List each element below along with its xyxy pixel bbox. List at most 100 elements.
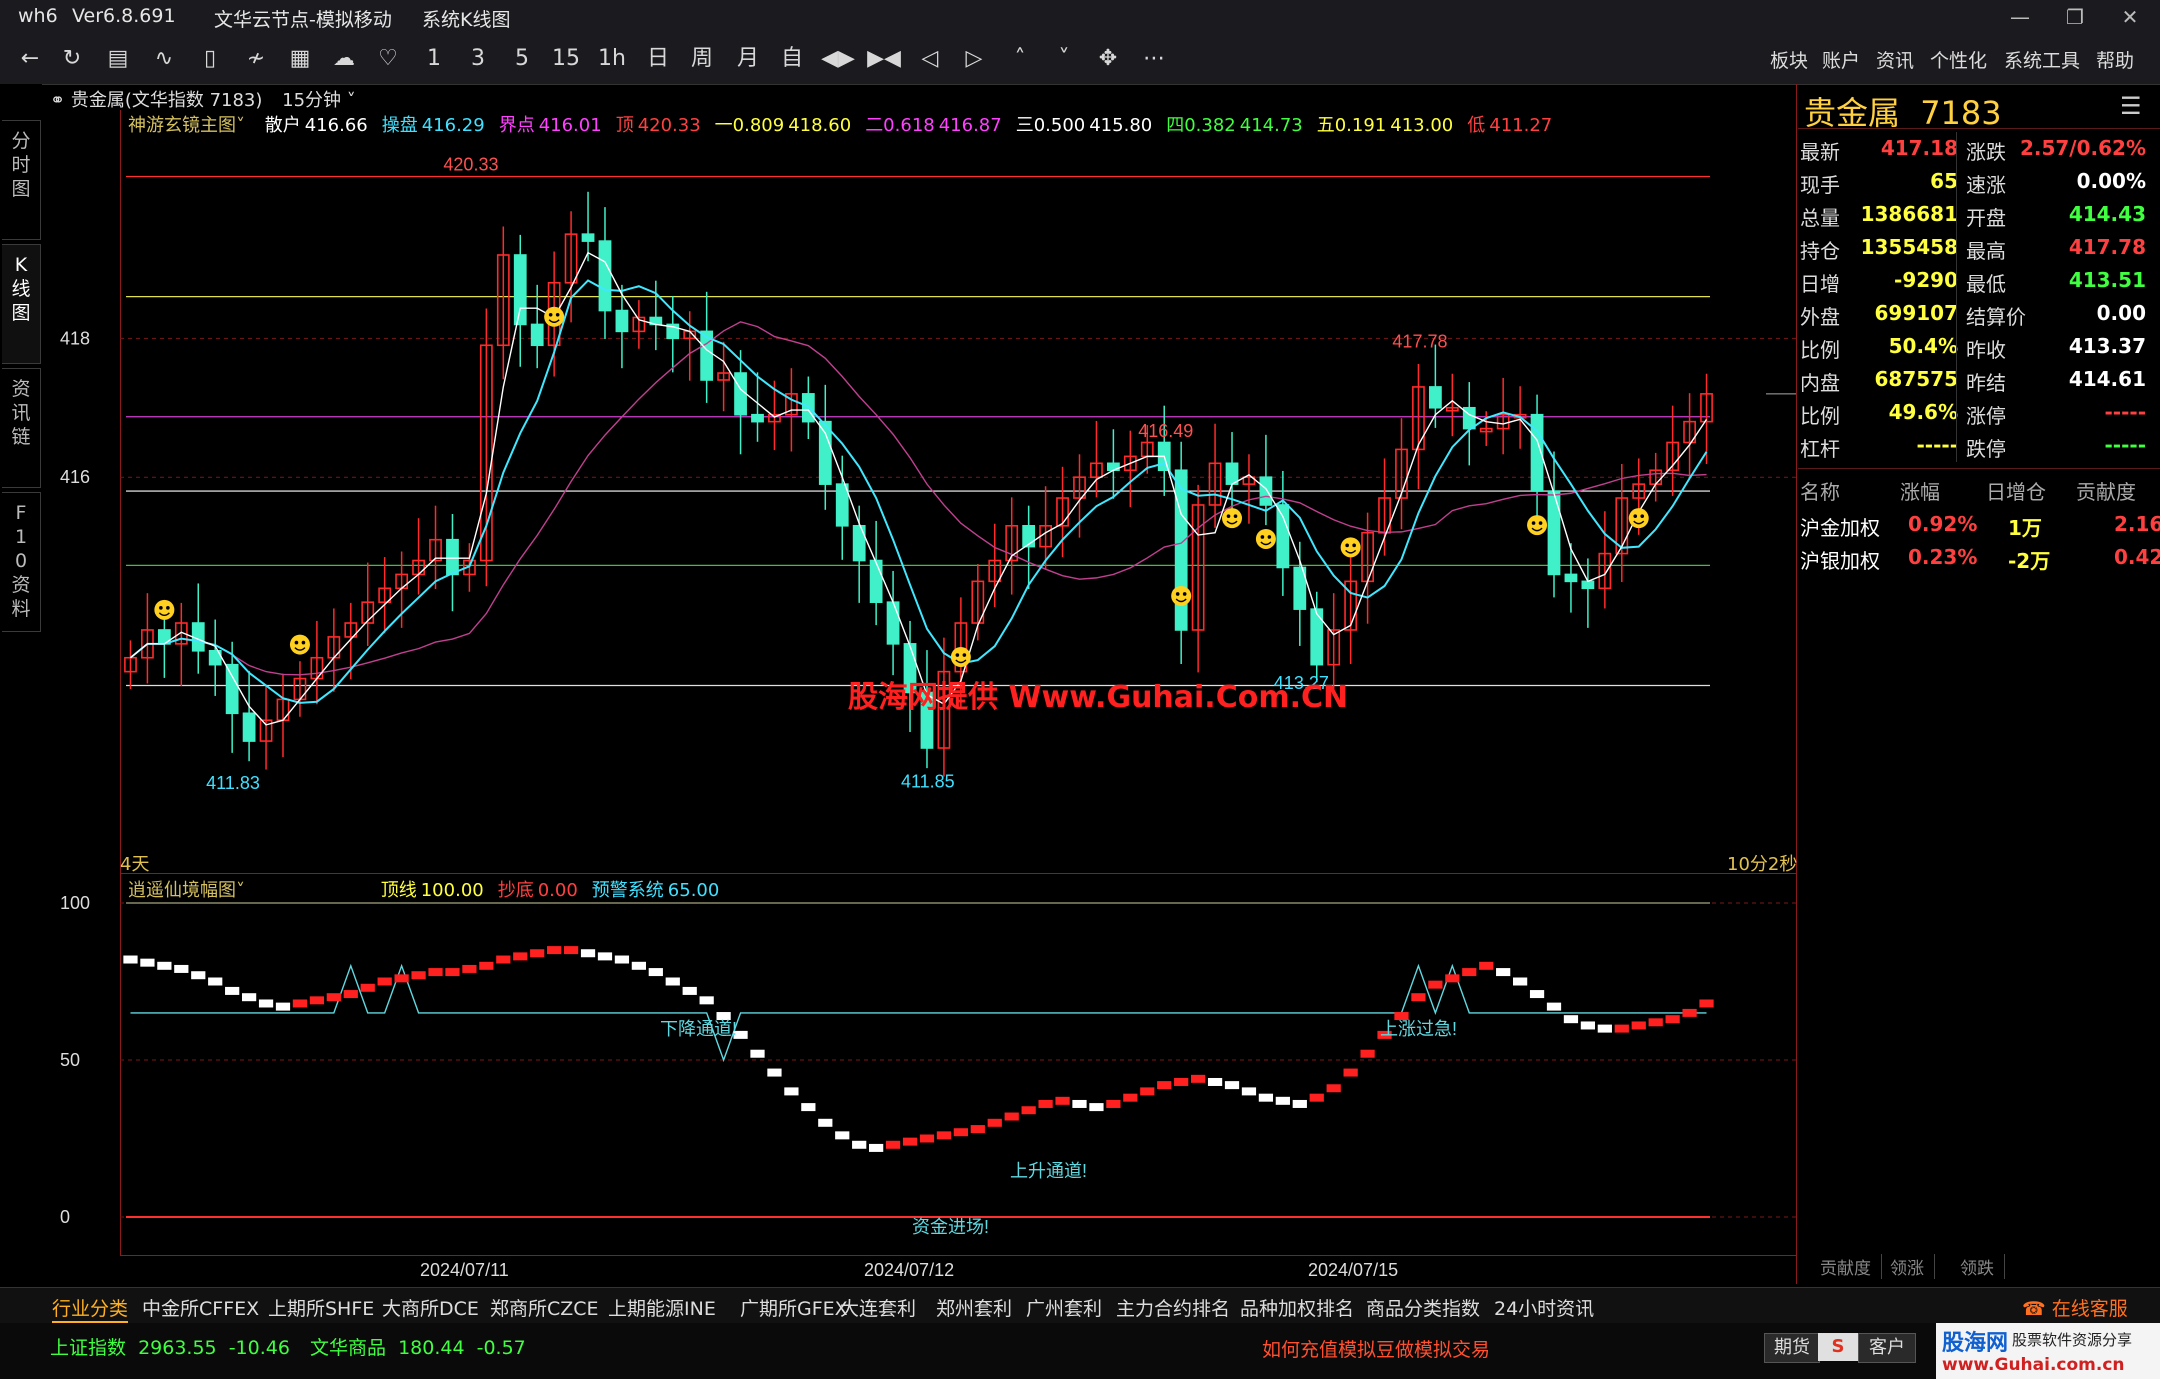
period-month[interactable]: 月 (730, 44, 766, 74)
exchange-tab[interactable]: 行业分类 (52, 1294, 129, 1323)
sub-indicator-chart[interactable]: 100 50 0 下降通道! 上升通道! 上涨过急! 资金进场! (0, 895, 1796, 1255)
candle[interactable] (734, 372, 747, 416)
main-kline-chart[interactable]: 418416420.33411.83 411.85416.49413.27417.… (0, 130, 1796, 873)
exchange-tab[interactable]: 广州套利 (1026, 1294, 1102, 1321)
candle[interactable] (225, 663, 239, 715)
exchange-tab[interactable]: 郑州套利 (936, 1294, 1012, 1321)
quote-tab[interactable]: 领涨 (1890, 1254, 1935, 1279)
exchange-tab[interactable]: 商品分类指数 (1366, 1294, 1480, 1321)
period-dropdown[interactable]: 15分钟 (282, 90, 341, 111)
exchange-tab[interactable]: 广期所GFEX (740, 1294, 848, 1321)
quote-tab[interactable]: 贡献度 (1820, 1254, 1882, 1279)
period-3[interactable]: 3 (460, 44, 496, 74)
exchange-tab[interactable]: 中金所CFFEX (142, 1294, 259, 1321)
quote-value: -9290 (1894, 268, 1958, 292)
period-1[interactable]: 1 (416, 44, 452, 74)
menu-sector[interactable]: 板块 (1770, 46, 1808, 73)
menu-news[interactable]: 资讯 (1876, 46, 1914, 73)
exchange-tab[interactable]: 品种加权排名 (1240, 1294, 1354, 1321)
back-icon[interactable]: ← (12, 44, 48, 74)
candle[interactable] (1174, 469, 1188, 631)
client-button[interactable]: 客户 (1858, 1333, 1916, 1363)
candle[interactable] (598, 240, 612, 312)
menu-account[interactable]: 账户 (1822, 46, 1860, 73)
exchange-tab[interactable]: 大连套利 (840, 1294, 916, 1321)
candle[interactable] (751, 413, 764, 423)
exchange-tab[interactable]: 郑商所CZCE (490, 1294, 599, 1321)
table-header[interactable]: 贡献度 (2076, 476, 2136, 505)
crosshair-icon[interactable]: ✥ (1090, 44, 1126, 74)
candle[interactable] (1276, 504, 1290, 569)
promo-link[interactable]: 如何充值模拟豆做模拟交易 (1262, 1335, 1490, 1362)
exchange-tab[interactable]: 上期能源INE (608, 1294, 716, 1321)
scroll-left-icon[interactable]: ◁ (912, 44, 948, 74)
maximize-icon[interactable]: ❐ (2050, 2, 2100, 32)
index-sh[interactable]: 上证指数 2963.55 -10.46 (50, 1333, 290, 1360)
candle[interactable] (1564, 573, 1578, 583)
sub-bar (1021, 1106, 1036, 1115)
period-5[interactable]: 5 (504, 44, 540, 74)
period-1h[interactable]: 1h (594, 44, 630, 74)
candle[interactable] (530, 323, 544, 347)
sub-bar (191, 971, 206, 980)
candle[interactable] (1428, 386, 1442, 409)
index-wh-change: -0.57 (476, 1337, 526, 1359)
futures-button[interactable]: 期货 (1764, 1333, 1820, 1363)
candle[interactable] (581, 233, 595, 242)
x-axis: 2024/07/11 2024/07/12 2024/07/15 (420, 1260, 1398, 1280)
quote-tab[interactable]: 领跌 (1960, 1254, 2005, 1279)
cloud-icon[interactable]: ☁ (326, 44, 362, 74)
candle[interactable] (1547, 490, 1561, 576)
candle[interactable] (446, 538, 459, 576)
candle[interactable] (1581, 580, 1595, 590)
index-sh-change: -10.46 (228, 1337, 290, 1359)
candle[interactable] (1225, 462, 1239, 485)
candle[interactable] (869, 559, 883, 603)
menu-personalize[interactable]: 个性化 (1930, 46, 1987, 73)
exchange-tab[interactable]: 24小时资讯 (1494, 1294, 1594, 1321)
table-header[interactable]: 名称 (1800, 476, 1840, 505)
scroll-right-icon[interactable]: ▷ (956, 44, 992, 74)
index-wh[interactable]: 文华商品 180.44 -0.57 (310, 1333, 526, 1360)
menu-icon[interactable]: ☰ (2120, 92, 2142, 120)
quote-label[interactable]: 结算价 (1966, 301, 2026, 330)
symbol-selector[interactable]: ⚭ 贵金属(文华指数 7183) 15分钟 ˅ (50, 86, 356, 112)
exchange-tab[interactable]: 大商所DCE (382, 1294, 479, 1321)
exchange-tab[interactable]: 上期所SHFE (268, 1294, 374, 1321)
period-15[interactable]: 15 (548, 44, 584, 74)
zoom-in-icon[interactable]: ▶◀ (866, 44, 902, 74)
candle[interactable] (1259, 476, 1273, 506)
candle[interactable] (513, 254, 527, 326)
online-service-button[interactable]: ☎ 在线客服 (2022, 1294, 2128, 1321)
candle[interactable] (242, 712, 256, 742)
bell-icon[interactable]: ♡ (370, 44, 406, 74)
zoom-out-icon[interactable]: ◀▶ (820, 44, 856, 74)
candle[interactable] (835, 483, 849, 527)
quote-value: 1386681 (1860, 202, 1958, 226)
kline-icon[interactable]: ▯ (192, 44, 228, 74)
refresh-icon[interactable]: ↻ (54, 44, 90, 74)
table-header[interactable]: 日增仓 (1986, 476, 2046, 505)
period-day[interactable]: 日 (640, 44, 676, 74)
list-icon[interactable]: ▤ (100, 44, 136, 74)
candle[interactable] (886, 601, 900, 645)
expand-up-icon[interactable]: ˄ (1002, 44, 1038, 74)
calc-icon[interactable]: ▦ (282, 44, 318, 74)
draw-icon[interactable]: ≁ (238, 44, 274, 74)
candle[interactable] (818, 420, 832, 485)
line-chart-icon[interactable]: ∿ (146, 44, 182, 74)
sub-bar (936, 1131, 952, 1140)
candle[interactable] (615, 309, 629, 333)
exchange-tab[interactable]: 主力合约排名 (1116, 1294, 1230, 1321)
close-icon[interactable]: ✕ (2105, 2, 2155, 32)
menu-tools[interactable]: 系统工具 (2004, 46, 2080, 73)
period-week[interactable]: 周 (684, 44, 720, 74)
minimize-icon[interactable]: — (1995, 2, 2045, 32)
more-icon[interactable]: ⋯ (1136, 44, 1172, 74)
expand-down-icon[interactable]: ˅ (1046, 44, 1082, 74)
server-node[interactable]: 文华云节点-模拟移动 (214, 5, 392, 32)
menu-help[interactable]: 帮助 (2096, 46, 2134, 73)
sub-bar (326, 993, 341, 1002)
table-header[interactable]: 涨幅 (1900, 476, 1940, 505)
period-custom[interactable]: 自 (774, 44, 810, 74)
